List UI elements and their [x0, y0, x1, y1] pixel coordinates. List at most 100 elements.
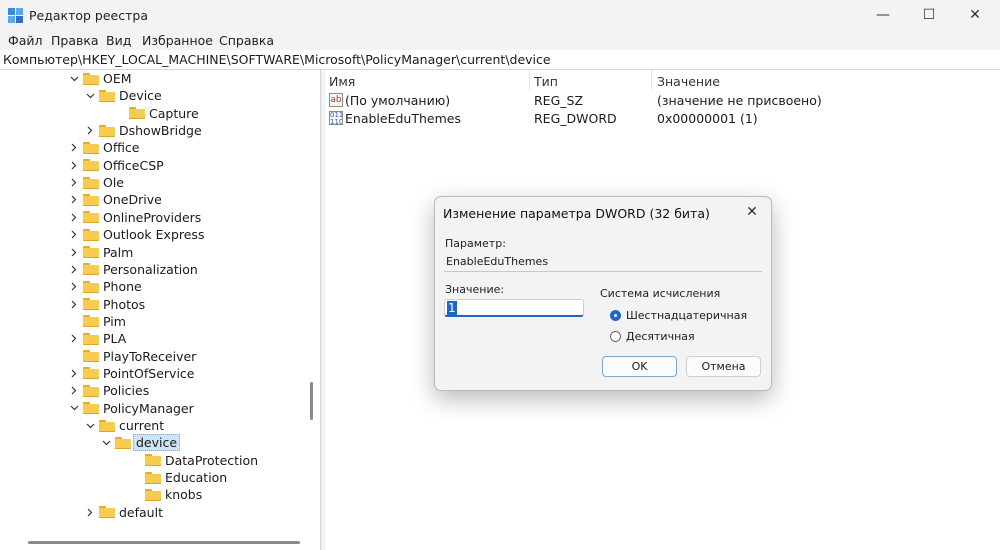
radio-dec-label[interactable]: Десятичная	[626, 330, 695, 343]
tree-item[interactable]: knobs	[129, 486, 204, 503]
tree-item-label[interactable]: device	[133, 434, 181, 452]
chevron-right-icon[interactable]	[67, 158, 81, 172]
tree-item-label[interactable]: PointOfService	[101, 366, 196, 381]
chevron-right-icon[interactable]	[67, 332, 81, 346]
address-path[interactable]: Компьютер\HKEY_LOCAL_MACHINE\SOFTWARE\Mi…	[3, 52, 551, 67]
tree-item-label[interactable]: current	[117, 418, 166, 433]
tree-item[interactable]: Personalization	[67, 261, 200, 278]
tree-item-label[interactable]: PlayToReceiver	[101, 349, 198, 364]
tree-item[interactable]: Outlook Express	[67, 226, 206, 243]
horizontal-scrollbar-thumb[interactable]	[28, 541, 300, 544]
menu-edit[interactable]: Правка	[51, 33, 99, 48]
tree-item-label[interactable]: DshowBridge	[117, 123, 204, 138]
chevron-down-icon[interactable]	[99, 436, 113, 450]
chevron-right-icon[interactable]	[67, 384, 81, 398]
tree-item[interactable]: PolicyManager	[67, 400, 196, 417]
radio-hexadecimal[interactable]: Шестнадцатеричная	[610, 307, 747, 323]
tree-item-label[interactable]: DataProtection	[163, 453, 260, 468]
tree-item[interactable]: OnlineProviders	[67, 209, 203, 226]
tree-item-label[interactable]: Ole	[101, 175, 126, 190]
tree-item-label[interactable]: Education	[163, 470, 229, 485]
vertical-scrollbar-thumb[interactable]	[310, 382, 313, 420]
radio-hex-label[interactable]: Шестнадцатеричная	[626, 309, 747, 322]
address-bar[interactable]: Компьютер\HKEY_LOCAL_MACHINE\SOFTWARE\Mi…	[0, 50, 1000, 70]
radio-checked-icon[interactable]	[610, 309, 621, 321]
chevron-right-icon[interactable]	[67, 176, 81, 190]
tree-item[interactable]: DataProtection	[129, 452, 260, 469]
chevron-right-icon[interactable]	[83, 505, 97, 519]
tree-item[interactable]: device	[99, 434, 181, 452]
tree-item[interactable]: Office	[67, 139, 142, 156]
tree-item[interactable]: OfficeCSP	[67, 157, 166, 174]
tree-item-label[interactable]: OfficeCSP	[101, 158, 166, 173]
cancel-button[interactable]: Отмена	[686, 356, 761, 377]
tree-item[interactable]: DshowBridge	[83, 122, 204, 139]
registry-tree[interactable]: OEM Device Capture DshowBridge Office OfficeC…	[0, 70, 321, 550]
chevron-right-icon[interactable]	[67, 141, 81, 155]
dialog-close-button[interactable]: ✕	[741, 202, 763, 222]
column-header-name[interactable]: Имя	[329, 74, 355, 89]
chevron-down-icon[interactable]	[83, 89, 97, 103]
value-input-text[interactable]: 1	[447, 301, 457, 315]
column-header-value[interactable]: Значение	[657, 74, 720, 89]
chevron-down-icon[interactable]	[67, 401, 81, 415]
tree-item-label[interactable]: Pim	[101, 314, 128, 329]
tree-item[interactable]: Education	[129, 469, 229, 486]
menu-view[interactable]: Вид	[106, 33, 131, 48]
tree-item[interactable]: Policies	[67, 382, 151, 399]
tree-item[interactable]: Palm	[67, 244, 135, 261]
tree-item[interactable]: Photos	[67, 296, 147, 313]
tree-item[interactable]: OneDrive	[67, 191, 164, 208]
tree-item[interactable]: current	[83, 417, 166, 434]
chevron-right-icon[interactable]	[67, 297, 81, 311]
tree-item-label[interactable]: Device	[117, 88, 164, 103]
tree-item-label[interactable]: Palm	[101, 245, 135, 260]
tree-item[interactable]: Ole	[67, 174, 126, 191]
tree-item-label[interactable]: Personalization	[101, 262, 200, 277]
radio-decimal[interactable]: Десятичная	[610, 328, 695, 344]
chevron-down-icon[interactable]	[83, 419, 97, 433]
list-row[interactable]: 011 110 EnableEduThemes REG_DWORD 0x00000…	[325, 110, 1000, 128]
value-input[interactable]: 1	[444, 299, 584, 317]
chevron-right-icon[interactable]	[67, 228, 81, 242]
tree-item-label[interactable]: Outlook Express	[101, 227, 206, 242]
tree-item[interactable]: PLA	[67, 330, 128, 347]
tree-item-label[interactable]: Office	[101, 140, 142, 155]
tree-item-label[interactable]: Photos	[101, 297, 147, 312]
tree-item[interactable]: PlayToReceiver	[67, 348, 198, 365]
tree-item-label[interactable]: knobs	[163, 487, 204, 502]
tree-item-label[interactable]: OnlineProviders	[101, 210, 203, 225]
chevron-right-icon[interactable]	[67, 280, 81, 294]
minimize-button[interactable]: —	[860, 0, 906, 30]
column-divider[interactable]	[651, 70, 652, 90]
menu-help[interactable]: Справка	[219, 33, 274, 48]
tree-item-label[interactable]: OEM	[101, 71, 134, 86]
tree-item-label[interactable]: OneDrive	[101, 192, 164, 207]
column-header-type[interactable]: Тип	[534, 74, 558, 89]
menu-file[interactable]: Файл	[8, 33, 43, 48]
tree-item-label[interactable]: Policies	[101, 383, 151, 398]
chevron-right-icon[interactable]	[67, 210, 81, 224]
close-button[interactable]: ✕	[952, 0, 998, 30]
tree-item[interactable]: OEM	[67, 70, 134, 87]
tree-item-label[interactable]: Capture	[147, 106, 201, 121]
chevron-right-icon[interactable]	[67, 245, 81, 259]
chevron-right-icon[interactable]	[67, 193, 81, 207]
column-divider[interactable]	[529, 70, 530, 90]
ok-button[interactable]: OK	[602, 356, 677, 377]
menu-favorites[interactable]: Избранное	[142, 33, 213, 48]
maximize-button[interactable]: ☐	[906, 0, 952, 30]
chevron-right-icon[interactable]	[67, 366, 81, 380]
tree-item-label[interactable]: PLA	[101, 331, 128, 346]
radio-unchecked-icon[interactable]	[610, 330, 621, 342]
tree-item[interactable]: Device	[83, 87, 164, 104]
tree-item[interactable]: PointOfService	[67, 365, 196, 382]
tree-item[interactable]: Capture	[113, 105, 201, 122]
tree-item-label[interactable]: PolicyManager	[101, 401, 196, 416]
tree-item-label[interactable]: Phone	[101, 279, 144, 294]
tree-item[interactable]: default	[83, 504, 165, 521]
chevron-down-icon[interactable]	[67, 72, 81, 86]
tree-item[interactable]: Phone	[67, 278, 144, 295]
tree-item[interactable]: Pim	[67, 313, 128, 330]
chevron-right-icon[interactable]	[83, 124, 97, 138]
